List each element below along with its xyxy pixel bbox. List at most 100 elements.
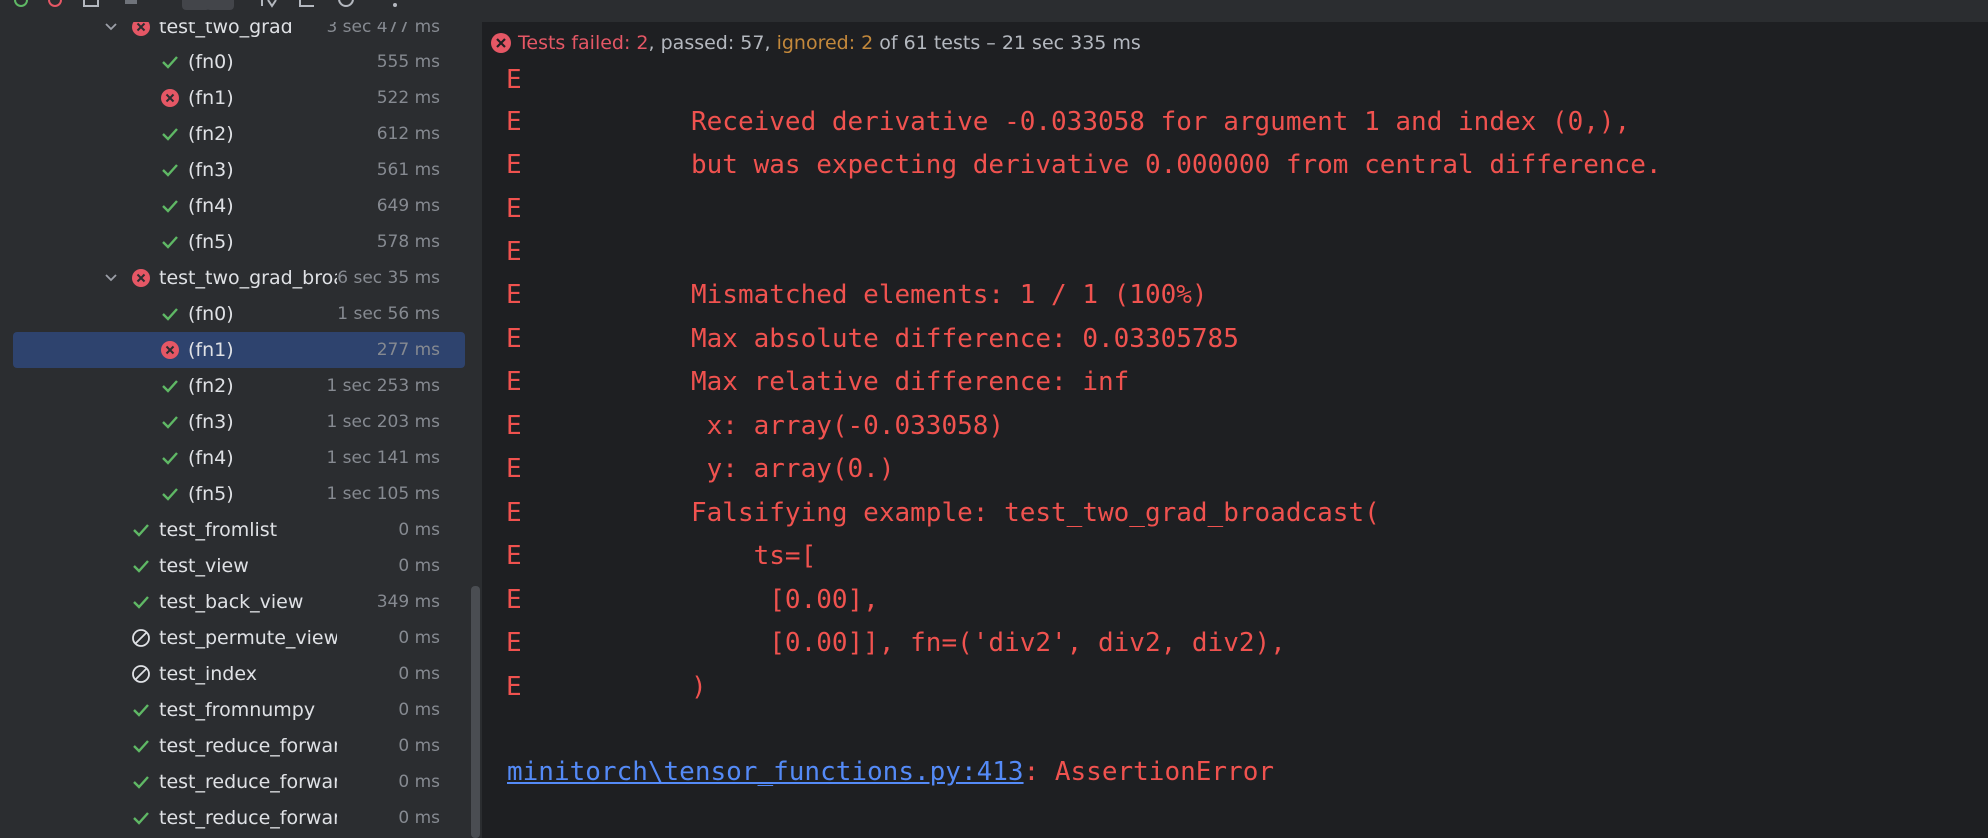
test-case-row[interactable]: (fn4) 649 ms [0,188,470,224]
test-name: (fn3) [188,411,234,433]
ignored-icon [131,664,151,684]
test-duration: 6 sec 35 ms [337,268,440,288]
passed-check-icon [131,520,151,540]
test-name: (fn2) [188,375,234,397]
test-case-row[interactable]: (fn0) 1 sec 56 ms [0,296,470,332]
console-line: E ts=[ [506,534,816,578]
chevron-down-icon[interactable] [104,271,118,285]
traceback-line: minitorch\tensor_functions.py:413: Asser… [507,750,1274,794]
test-node[interactable]: test_index 0 ms [0,656,470,692]
test-name: test_reduce_forward_one_dim [159,735,337,757]
test-case-row[interactable]: (fn2) 612 ms [0,116,470,152]
ignored-count: ignored: 2 [776,32,874,54]
test-duration: 1 sec 56 ms [337,304,440,324]
test-case-row[interactable]: (fn2) 1 sec 253 ms [0,368,470,404]
error-marker: E [506,65,522,95]
error-marker: E [506,367,522,397]
test-node[interactable]: test_back_view 349 ms [0,584,470,620]
test-case-row[interactable]: (fn1) 277 ms [0,332,470,368]
test-node[interactable]: test_permute_view 0 ms [0,620,470,656]
test-case-row[interactable]: (fn3) 561 ms [0,152,470,188]
test-duration: 0 ms [398,808,440,828]
console-line: E [506,187,530,231]
failed-icon [131,268,151,288]
test-case-row[interactable]: (fn1) 522 ms [0,80,470,116]
passed-check-icon [131,700,151,720]
test-name: (fn2) [188,123,234,145]
test-name: test_fromlist [159,519,278,541]
test-duration: 612 ms [376,124,440,144]
more-options-icon[interactable] [388,0,402,10]
error-marker: E [506,498,522,528]
console-line: E Max absolute difference: 0.03305785 [506,317,1239,361]
show-ignored-toggle[interactable] [206,0,234,10]
rerun-failed-icon[interactable] [44,0,66,10]
passed-check-icon [160,376,180,396]
test-tree: test_two_grad 3 sec 477 ms (fn0) 555 ms (fn1… [0,22,482,838]
console-line-text: Max absolute difference: 0.03305785 [691,324,1239,354]
test-duration: 0 ms [398,556,440,576]
passed-count: , passed: 57, [648,32,777,54]
tree-scrollbar[interactable] [471,586,480,838]
failed-icon [160,88,180,108]
console-line-text: ) [691,672,707,702]
test-case-row[interactable]: (fn0) 555 ms [0,44,470,80]
test-name: (fn1) [188,339,234,361]
error-marker: E [506,324,522,354]
passed-check-icon [131,592,151,612]
console-line: E Mismatched elements: 1 / 1 (100%) [506,273,1208,317]
test-node[interactable]: test_reduce_forward_all_dims 0 ms [0,800,470,836]
passed-check-icon [160,196,180,216]
test-name: test_back_view [159,591,304,613]
test-name: test_index [159,663,257,685]
test-name: test_two_grad_broadcast [159,267,337,289]
console-line-text: ts=[ [691,541,817,571]
history-icon[interactable] [334,0,358,10]
console-line-text: x: array(-0.033058) [691,411,1005,441]
total-summary: of 61 tests – 21 sec 335 ms [873,32,1141,54]
test-node[interactable]: test_reduce_forward_one_dim_2 0 ms [0,764,470,800]
test-name: test_fromnumpy [159,699,316,721]
console-line-text: Mismatched elements: 1 / 1 (100%) [691,280,1208,310]
sort-icon[interactable] [258,0,284,10]
test-name: test_reduce_forward_one_dim_2 [159,771,337,793]
test-name: (fn0) [188,303,234,325]
test-duration: 277 ms [376,340,440,360]
error-marker: E [506,107,522,137]
test-duration: 578 ms [376,232,440,252]
test-case-row[interactable]: (fn4) 1 sec 141 ms [0,440,470,476]
test-node[interactable]: test_fromnumpy 0 ms [0,692,470,728]
test-status-bar: Tests failed: 2, passed: 57, ignored: 2 … [482,22,1988,64]
toggle-autotest-icon[interactable] [80,0,102,10]
test-node[interactable]: test_two_grad_broadcast6 sec 35 ms [0,260,470,296]
chevron-down-icon[interactable] [104,22,118,34]
console-line: E Received derivative -0.033058 for argum… [506,100,1630,144]
test-node[interactable]: test_fromlist 0 ms [0,512,470,548]
test-case-row[interactable]: (fn5) 1 sec 105 ms [0,476,470,512]
failed-icon [491,33,511,53]
test-name: test_permute_view [159,627,337,649]
collapse-icon[interactable] [296,0,318,10]
test-case-row[interactable]: (fn5) 578 ms [0,224,470,260]
stop-icon[interactable] [120,0,142,10]
source-link[interactable]: minitorch\tensor_functions.py:413 [507,757,1024,787]
test-duration: 1 sec 253 ms [326,376,440,396]
test-duration: 349 ms [376,592,440,612]
error-marker: E [506,237,522,267]
failed-count: Tests failed: 2 [518,32,649,54]
test-case-row[interactable]: (fn3) 1 sec 203 ms [0,404,470,440]
console-line-text: y: array(0.) [691,454,895,484]
console-line-text: Received derivative -0.033058 for argume… [691,107,1631,137]
console-line-text: Falsifying example: test_two_grad_broadc… [691,498,1380,528]
passed-check-icon [160,412,180,432]
console-line: E Falsifying example: test_two_grad_broad… [506,491,1380,535]
test-duration: 3 sec 477 ms [326,22,440,37]
error-marker: E [506,541,522,571]
rerun-icon[interactable] [10,0,32,10]
test-node[interactable]: test_two_grad 3 sec 477 ms [0,22,470,45]
test-node[interactable]: test_view 0 ms [0,548,470,584]
test-node[interactable]: test_reduce_forward_one_dim 0 ms [0,728,470,764]
passed-check-icon [160,232,180,252]
passed-check-icon [160,52,180,72]
passed-check-icon [131,556,151,576]
